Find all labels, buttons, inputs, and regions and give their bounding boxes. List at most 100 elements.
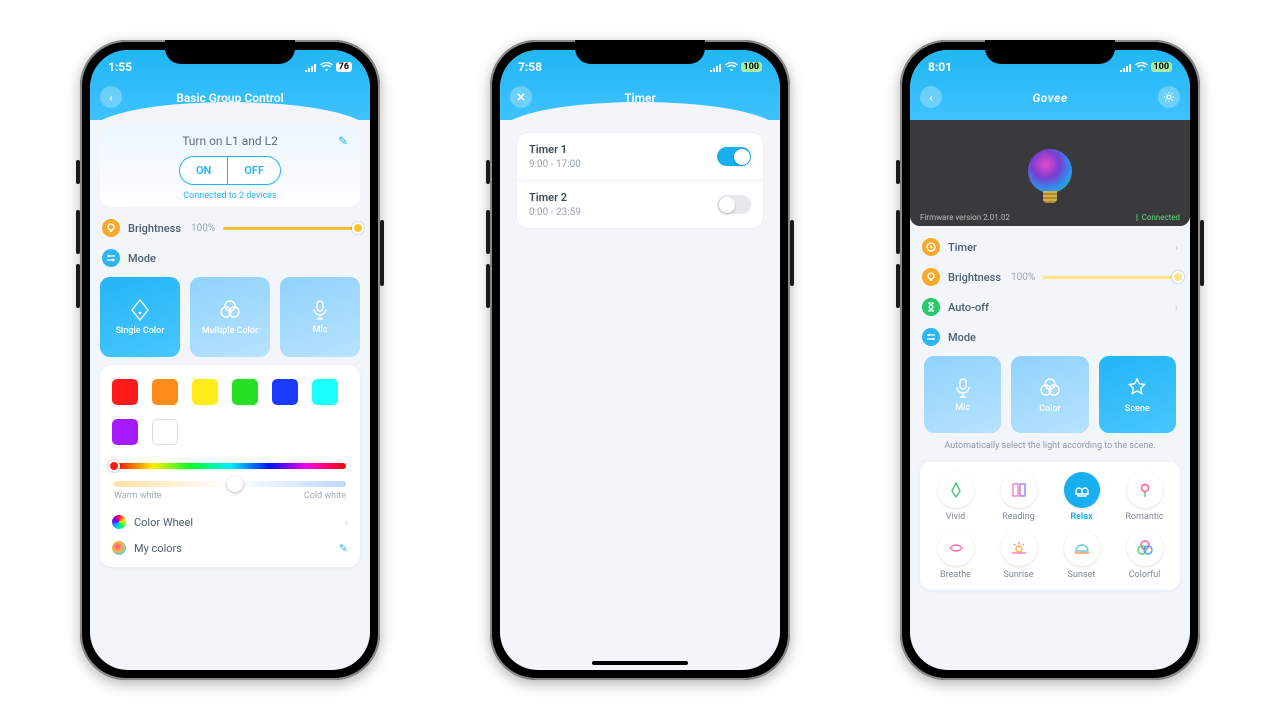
swatch-orange[interactable] [152, 379, 178, 405]
mode-tiles: Mic Color Scene [920, 356, 1180, 433]
mode-label: Mode [128, 252, 156, 265]
battery-badge: 100 [1151, 62, 1173, 72]
mode-color[interactable]: Color [1011, 356, 1088, 433]
bluetooth-icon: ᛒ [1135, 213, 1140, 222]
scene-vivid[interactable]: Vivid [928, 472, 983, 522]
brightness-slider[interactable] [223, 227, 358, 230]
back-button[interactable]: ‹ [920, 86, 942, 108]
star-icon [1125, 376, 1149, 400]
mode-mic[interactable]: Mic [924, 356, 1001, 433]
temperature-slider[interactable] [114, 481, 346, 487]
mode-scene[interactable]: Scene [1099, 356, 1176, 433]
sliders-icon [102, 249, 120, 267]
edit-icon[interactable]: ✎ [339, 542, 348, 555]
mic-icon [954, 377, 972, 399]
mode-multiple-color[interactable]: Multiple Color [190, 277, 270, 357]
home-indicator[interactable] [592, 661, 688, 665]
scene-hint: Automatically select the light according… [920, 441, 1180, 451]
phone-1: 1:55 76 ‹ Basic Group Control ✎ Turn on … [80, 40, 380, 680]
power-on[interactable]: ON [180, 157, 227, 184]
bulb-illustration [1028, 149, 1072, 193]
palette-icon [112, 541, 126, 555]
swatch-purple[interactable] [112, 419, 138, 445]
hue-slider[interactable] [114, 463, 346, 469]
swatch-yellow[interactable] [192, 379, 218, 405]
hourglass-icon [922, 298, 940, 316]
status-time: 8:01 [928, 60, 952, 74]
connection-text: Connected [1142, 213, 1180, 222]
firmware-text: Firmware version 2.01.02 [920, 213, 1010, 222]
group-card: ✎ Turn on L1 and L2 ON OFF Connected to … [100, 126, 360, 207]
timer-row-2[interactable]: Timer 2 0:00 - 23:59 [517, 180, 763, 228]
battery-badge: 100 [741, 62, 763, 72]
diamond-icon [128, 298, 152, 322]
temp-cold-label: Cold white [304, 491, 346, 501]
signal-icon [709, 63, 722, 72]
mode-single-color[interactable]: Single Color [100, 277, 180, 357]
power-off[interactable]: OFF [227, 157, 280, 184]
chevron-right-icon: › [1175, 241, 1178, 254]
wifi-icon [1135, 62, 1148, 72]
timer-row-1[interactable]: Timer 1 9:00 - 17:00 [517, 133, 763, 180]
swatch-blue[interactable] [272, 379, 298, 405]
swatch-green[interactable] [232, 379, 258, 405]
brightness-value: 100% [191, 223, 215, 234]
rgb-rings-icon [1037, 376, 1063, 400]
mode-row-header: Mode [100, 243, 360, 273]
edit-icon[interactable]: ✎ [338, 134, 348, 148]
phone-3: 8:01 100 ‹ Govee Firmware version 2.01.0… [900, 40, 1200, 680]
sliders-icon [922, 328, 940, 346]
mode-mic[interactable]: Mic [280, 277, 360, 357]
group-card-title: Turn on L1 and L2 [110, 134, 350, 148]
color-swatches [110, 375, 350, 449]
color-card: Warm white Cold white Color Wheel › My c… [100, 365, 360, 567]
chevron-right-icon: › [345, 516, 348, 529]
timer-switch-2[interactable] [717, 195, 751, 214]
signal-icon [1119, 63, 1132, 72]
timer-switch-1[interactable] [717, 147, 751, 166]
bulb-icon [102, 219, 120, 237]
scene-sunset[interactable]: Sunset [1054, 530, 1109, 580]
status-time: 7:58 [518, 60, 542, 74]
battery-badge: 76 [336, 62, 352, 72]
brightness-slider[interactable] [1043, 276, 1178, 279]
mic-icon [311, 299, 329, 321]
timer-range: 9:00 - 17:00 [529, 159, 581, 170]
my-colors-row[interactable]: My colors ✎ [110, 535, 350, 561]
swatch-cyan[interactable] [312, 379, 338, 405]
wifi-icon [725, 62, 738, 72]
brightness-label: Brightness [128, 222, 181, 235]
brightness-row: Brightness 100% [100, 213, 360, 243]
color-wheel-icon [112, 515, 126, 529]
timer-name: Timer 2 [529, 191, 581, 204]
back-button[interactable]: ‹ [100, 86, 122, 108]
power-toggle[interactable]: ON OFF [179, 156, 281, 185]
close-button[interactable]: ✕ [510, 86, 532, 108]
scene-breathe[interactable]: Breathe [928, 530, 983, 580]
swatch-white[interactable] [152, 419, 178, 445]
scene-reading[interactable]: Reading [991, 472, 1046, 522]
clock-icon [922, 238, 940, 256]
rgb-rings-icon [217, 298, 243, 322]
scene-romantic[interactable]: Romantic [1117, 472, 1172, 522]
wifi-icon [320, 62, 333, 72]
brightness-row: Brightness 100% [920, 262, 1180, 292]
timer-row[interactable]: Timer › [920, 232, 1180, 262]
scene-sunrise[interactable]: Sunrise [991, 530, 1046, 580]
phone-2: 7:58 100 ✕ Timer Timer 1 9:00 - 17:00 [490, 40, 790, 680]
auto-off-row[interactable]: Auto-off › [920, 292, 1180, 322]
color-wheel-row[interactable]: Color Wheel › [110, 509, 350, 535]
chevron-right-icon: › [1175, 301, 1178, 314]
swatch-red[interactable] [112, 379, 138, 405]
signal-icon [304, 63, 317, 72]
timer-range: 0:00 - 23:59 [529, 207, 581, 218]
connection-status: Connected to 2 devices [110, 191, 350, 201]
gear-icon [1163, 91, 1175, 103]
header-title: Govee [1032, 91, 1067, 105]
settings-button[interactable] [1158, 86, 1180, 108]
scene-colorful[interactable]: Colorful [1117, 530, 1172, 580]
bulb-icon [922, 268, 940, 286]
scene-relax[interactable]: Relax [1054, 472, 1109, 522]
status-time: 1:55 [108, 60, 132, 74]
mode-tiles: Single Color Multiple Color Mic [100, 277, 360, 357]
